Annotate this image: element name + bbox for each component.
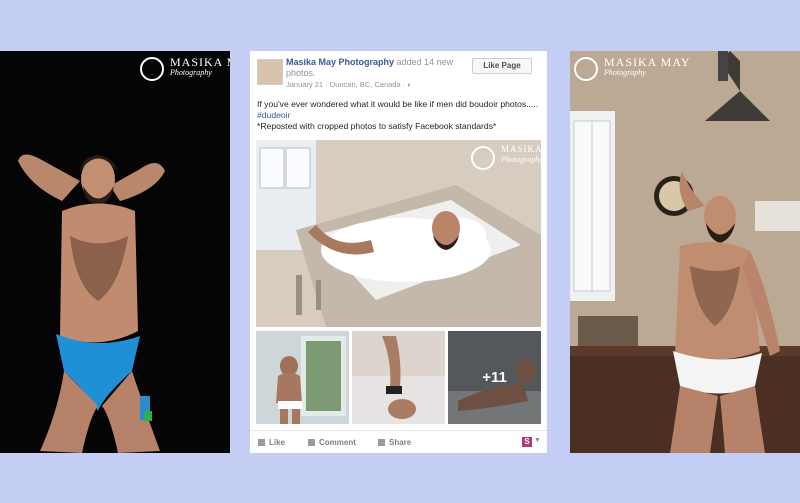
page-name-link[interactable]: Masika May Photography	[286, 57, 394, 67]
watermark-sub: Photography	[170, 68, 212, 77]
thumbnail-3[interactable]: +11	[448, 331, 541, 424]
camera-logo-icon	[574, 57, 598, 81]
watermark-brand: MASIKA MAY	[501, 144, 541, 154]
post-text-line1: If you've ever wondered what it would be…	[257, 99, 539, 109]
thumbnail-2[interactable]	[352, 331, 445, 424]
post-meta: January 21 · Duncan, BC, Canada · ◐	[286, 80, 412, 89]
main-photo[interactable]: MASIKA MAY Photography	[256, 140, 541, 327]
post-text: If you've ever wondered what it would be…	[257, 99, 542, 132]
man-at-desk-photo	[570, 51, 800, 453]
camera-logo-icon	[140, 57, 164, 81]
thumbnail-1[interactable]	[256, 331, 349, 424]
post-header: Masika May Photography added 14 new phot…	[286, 57, 466, 79]
like-page-label: Like Page	[483, 61, 521, 70]
bathtub-photo	[256, 140, 541, 327]
share-as-page-badge[interactable]: S	[522, 437, 532, 447]
share-icon	[378, 439, 385, 446]
left-photo: MASIKA MAY Photography	[0, 51, 230, 453]
hashtag-link[interactable]: #dudeoir	[257, 110, 290, 120]
more-photos-count: +11	[448, 331, 541, 424]
comment-label: Comment	[319, 438, 356, 447]
camera-logo-icon	[471, 146, 495, 170]
post-text-line2: *Reposted with cropped photos to satisfy…	[257, 121, 497, 131]
caret-down-icon[interactable]: ▼	[534, 437, 541, 444]
bed-photo	[352, 331, 445, 424]
right-photo: MASIKA MAY Photography	[570, 51, 800, 453]
like-label: Like	[269, 438, 286, 447]
facebook-post: Masika May Photography added 14 new phot…	[250, 51, 547, 453]
like-page-button[interactable]: Like Page	[472, 58, 532, 74]
watermark-sub: Photography	[501, 155, 541, 164]
comment-icon	[308, 439, 315, 446]
share-label: Share	[389, 438, 412, 447]
like-button[interactable]: Like	[258, 438, 285, 447]
man-kneeling-photo	[0, 51, 230, 453]
like-icon	[258, 439, 265, 446]
watermark-sub: Photography	[604, 68, 646, 77]
window-photo	[256, 331, 349, 424]
post-actions: Like Comment Share S ▼	[250, 430, 547, 453]
comment-button[interactable]: Comment	[308, 438, 356, 447]
avatar[interactable]	[257, 59, 283, 85]
share-button[interactable]: Share	[378, 438, 411, 447]
